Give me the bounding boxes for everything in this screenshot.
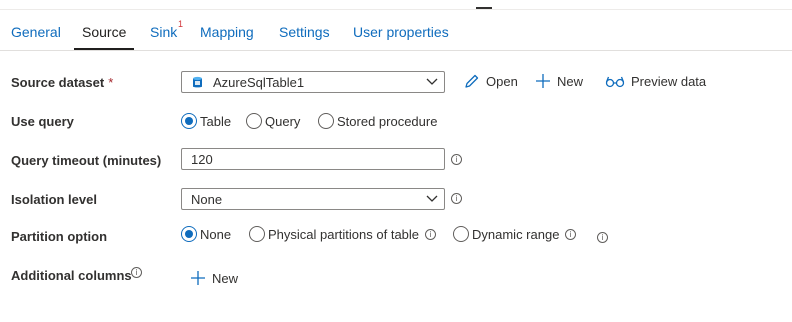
pencil-icon — [465, 74, 479, 88]
radio-table-circle — [181, 113, 197, 129]
radio-partition-none[interactable]: None — [181, 224, 231, 244]
chevron-down-icon — [426, 195, 438, 202]
window-minimize-mark — [476, 7, 492, 9]
dynamic-range-info-icon[interactable]: i — [565, 229, 576, 240]
radio-table-label: Table — [200, 113, 232, 129]
query-timeout-value: 120 — [191, 152, 213, 167]
isolation-level-info-icon[interactable]: i — [451, 193, 462, 204]
use-query-label: Use query — [11, 114, 74, 129]
sink-error-badge: 1 — [178, 19, 184, 29]
radio-table[interactable]: Table — [181, 111, 231, 131]
new-dataset-button[interactable]: New — [535, 73, 583, 89]
radio-query-circle — [246, 113, 262, 129]
tab-source[interactable]: Source — [82, 24, 126, 40]
sql-database-icon — [193, 76, 202, 88]
tab-bar: General Source Sink 1 Mapping Settings U… — [0, 10, 792, 51]
radio-physical-partitions-label: Physical partitions of table — [268, 226, 420, 242]
tab-sink[interactable]: Sink — [150, 24, 177, 40]
glasses-icon — [605, 76, 625, 88]
radio-partition-none-label: None — [200, 226, 232, 242]
radio-partition-none-circle — [181, 226, 197, 242]
tab-mapping[interactable]: Mapping — [200, 24, 254, 40]
radio-physical-partitions-circle — [249, 226, 265, 242]
radio-dynamic-range-label: Dynamic range — [472, 226, 560, 242]
radio-physical-partitions[interactable]: Physical partitions of table — [249, 224, 419, 244]
active-tab-indicator — [74, 48, 134, 50]
required-mark: * — [108, 75, 114, 90]
chevron-down-icon — [426, 78, 438, 85]
plus-icon — [536, 74, 550, 88]
radio-query[interactable]: Query — [246, 111, 300, 131]
preview-data-label: Preview data — [631, 73, 707, 89]
open-label: Open — [486, 74, 518, 89]
isolation-level-select[interactable]: None — [181, 188, 445, 210]
query-timeout-label: Query timeout (minutes) — [11, 153, 162, 168]
radio-stored-procedure-circle — [318, 113, 334, 129]
add-column-button[interactable]: New — [190, 270, 238, 286]
add-column-label: New — [212, 270, 239, 286]
plus-icon — [191, 271, 205, 285]
radio-query-label: Query — [265, 113, 301, 129]
partition-option-info-icon[interactable]: i — [597, 232, 608, 243]
tab-general[interactable]: General — [11, 24, 61, 40]
query-timeout-info-icon[interactable]: i — [451, 154, 462, 165]
additional-columns-label: Additional columns — [11, 268, 132, 283]
tab-settings[interactable]: Settings — [279, 24, 330, 40]
radio-dynamic-range[interactable]: Dynamic range — [453, 224, 559, 244]
open-dataset-button[interactable]: Open — [463, 73, 518, 90]
radio-stored-procedure-label: Stored procedure — [337, 113, 438, 129]
radio-stored-procedure[interactable]: Stored procedure — [318, 111, 437, 131]
preview-data-button[interactable]: Preview data — [605, 73, 706, 89]
radio-dynamic-range-circle — [453, 226, 469, 242]
new-label: New — [557, 73, 584, 89]
partition-option-label: Partition option — [11, 229, 108, 244]
source-dataset-value: AzureSqlTable1 — [213, 75, 305, 90]
additional-columns-info-icon[interactable]: i — [131, 267, 142, 278]
physical-partitions-info-icon[interactable]: i — [425, 229, 436, 240]
isolation-level-label: Isolation level — [11, 192, 97, 207]
source-dataset-select[interactable]: AzureSqlTable1 — [181, 71, 445, 93]
tab-user-properties[interactable]: User properties — [353, 24, 449, 40]
isolation-level-value: None — [191, 192, 223, 207]
query-timeout-input[interactable]: 120 — [181, 148, 445, 170]
source-dataset-label: Source dataset * — [11, 75, 114, 90]
